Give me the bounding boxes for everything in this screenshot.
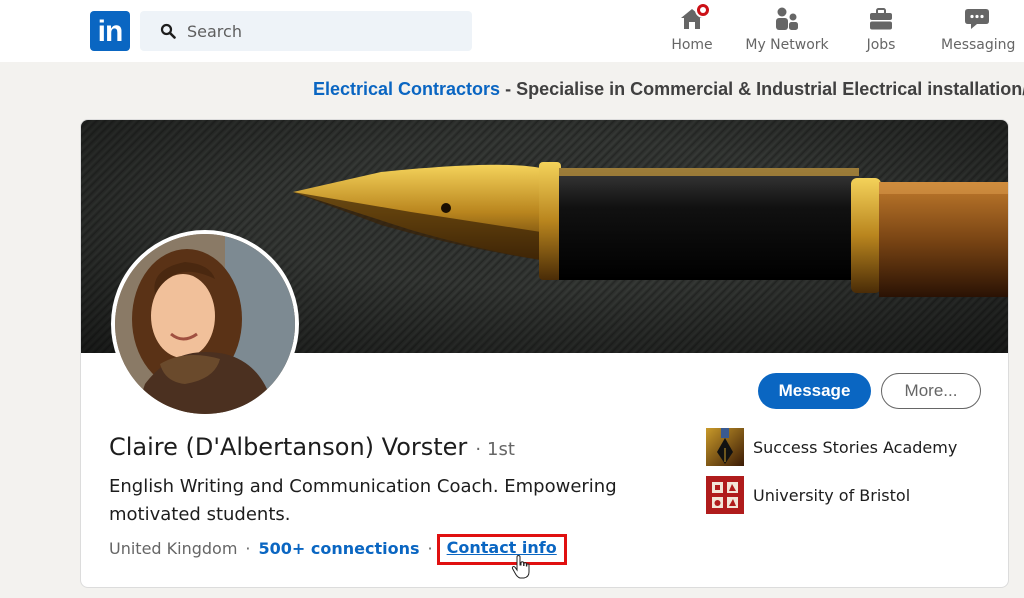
organization-success-stories[interactable]: Success Stories Academy	[706, 428, 958, 466]
notification-badge	[695, 2, 711, 18]
profile-photo[interactable]	[111, 230, 299, 418]
organization-name: University of Bristol	[753, 485, 911, 505]
profile-headline: English Writing and Communication Coach.…	[109, 476, 617, 525]
profile-meta: United Kingdom · 500+ connections · Contact …	[109, 534, 567, 566]
nav-home-label: Home	[671, 37, 713, 53]
message-button[interactable]: Message	[758, 373, 871, 409]
profile-portrait	[115, 234, 295, 414]
meta-dot: ·	[427, 539, 433, 558]
ad-banner[interactable]: Electrical Contractors - Specialise in C…	[313, 79, 1024, 100]
nav-messaging[interactable]: Messaging	[941, 6, 1016, 58]
home-icon	[679, 2, 711, 32]
ad-text: Specialise in Commercial & Industrial El…	[516, 79, 1024, 99]
nav-jobs-label: Jobs	[866, 37, 896, 53]
chat-bubble-icon	[964, 6, 990, 32]
profile-card: Message More... Claire (D'Albertanson) V…	[80, 119, 1009, 588]
organization-university-of-bristol[interactable]: University of Bristol	[706, 476, 911, 514]
university-crest-icon	[706, 476, 744, 514]
nav-my-network[interactable]: My Network	[744, 6, 830, 58]
profile-name-line: Claire (D'Albertanson) Vorster · 1st	[109, 433, 515, 461]
connections-link[interactable]: 500+ connections	[259, 539, 420, 558]
nav-home[interactable]: Home	[666, 2, 718, 58]
contact-info-link[interactable]: Contact info	[447, 538, 557, 557]
location: United Kingdom	[109, 539, 238, 558]
name-separator: ·	[475, 439, 482, 460]
search-input[interactable]: Search	[140, 11, 472, 51]
search-placeholder: Search	[187, 22, 242, 41]
connection-degree: 1st	[487, 439, 515, 460]
pen-nib-logo-icon	[706, 428, 744, 466]
linkedin-logo[interactable]: in	[90, 11, 130, 51]
nav-messaging-label: Messaging	[941, 37, 1016, 53]
ad-link[interactable]: Electrical Contractors	[313, 79, 500, 99]
people-icon	[774, 6, 800, 32]
profile-name: Claire (D'Albertanson) Vorster	[109, 433, 468, 461]
nav-jobs[interactable]: Jobs	[861, 6, 901, 58]
search-icon	[160, 23, 176, 39]
meta-dot: ·	[245, 539, 251, 558]
contact-info-highlight: Contact info	[436, 534, 567, 565]
more-button[interactable]: More...	[881, 373, 981, 409]
ad-separator: -	[500, 79, 517, 99]
nav-my-network-label: My Network	[745, 37, 829, 53]
hand-pointer-cursor-icon	[511, 555, 530, 579]
top-nav-bar: in Search Home My Network Jobs Messaging	[0, 0, 1024, 62]
organization-name: Success Stories Academy	[753, 437, 958, 457]
briefcase-icon	[868, 6, 894, 32]
